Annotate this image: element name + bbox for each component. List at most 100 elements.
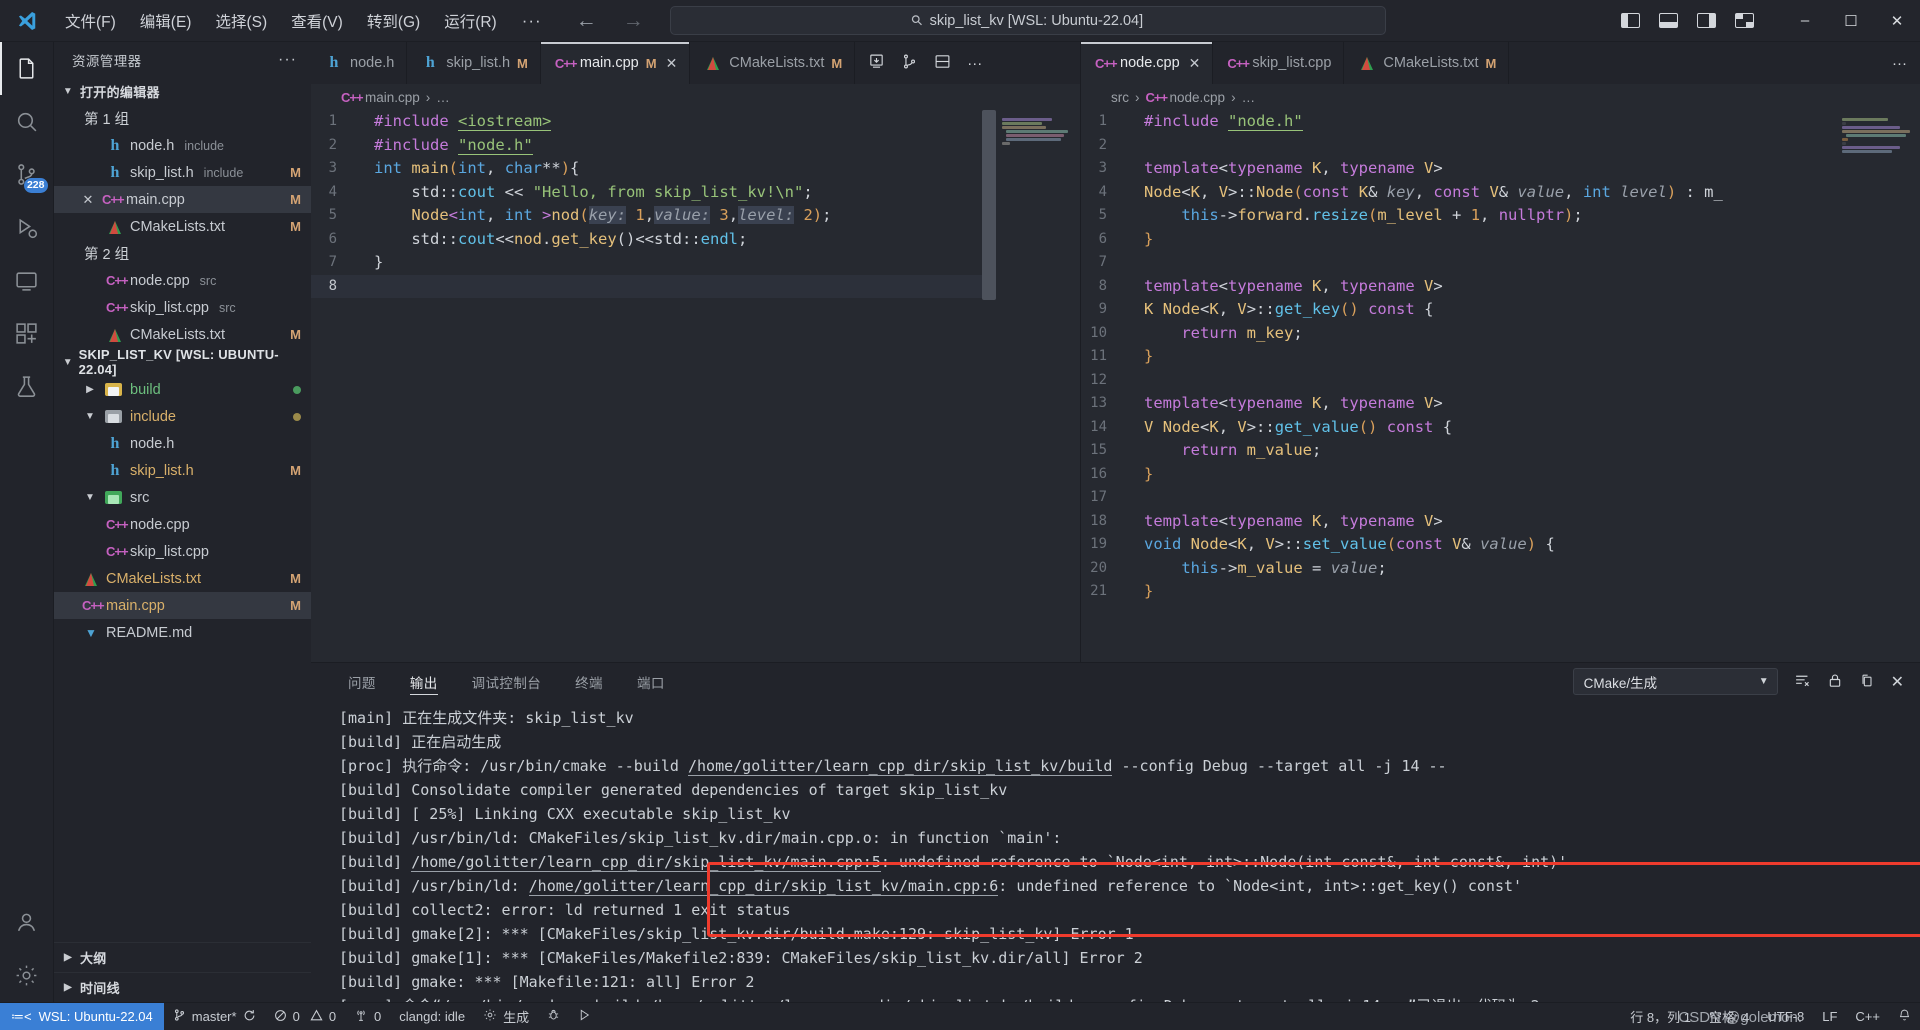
run-code-icon[interactable] xyxy=(868,53,885,74)
tab-skip-list-h[interactable]: h skip_list.h M xyxy=(407,42,541,84)
close-panel-icon[interactable]: ✕ xyxy=(1891,672,1904,692)
close-icon[interactable]: ✕ xyxy=(666,55,678,72)
tree-folder-build[interactable]: ▶ build xyxy=(54,376,311,403)
tree-file-main-cpp[interactable]: C++ main.cpp M xyxy=(54,592,311,619)
more-actions-icon[interactable]: ··· xyxy=(1892,55,1907,72)
tree-file-skip-list-h[interactable]: h skip_list.h M xyxy=(54,457,311,484)
output-link[interactable]: /home/golitter/learn_cpp_dir/skip_list_k… xyxy=(528,877,999,896)
status-indentation[interactable]: 空格: 4 xyxy=(1700,1003,1758,1030)
status-eol[interactable]: LF xyxy=(1813,1003,1846,1030)
clear-output-icon[interactable] xyxy=(1794,672,1811,692)
tree-file-readme[interactable]: ▼ README.md xyxy=(54,619,311,646)
tree-file-node-cpp[interactable]: C++ node.cpp xyxy=(54,511,311,538)
open-in-editor-icon[interactable] xyxy=(1859,672,1875,692)
activity-remote-explorer[interactable] xyxy=(0,254,54,307)
customize-layout-icon[interactable] xyxy=(1735,13,1754,28)
open-editor-cmakelists-2[interactable]: CMakeLists.txt M xyxy=(54,321,311,348)
menu-file[interactable]: 文件(F) xyxy=(54,5,127,37)
breadcrumb-symbol[interactable]: … xyxy=(436,90,450,105)
editor-2-minimap[interactable] xyxy=(1836,110,1920,662)
minimize-button[interactable]: – xyxy=(1782,0,1828,42)
panel-tab-debug-console[interactable]: 调试控制台 xyxy=(455,663,559,700)
tab-node-h[interactable]: h node.h xyxy=(311,42,408,84)
panel-tab-problems[interactable]: 问题 xyxy=(331,663,393,700)
status-language-mode[interactable]: C++ xyxy=(1846,1003,1889,1030)
sync-icon[interactable] xyxy=(243,1009,256,1025)
activity-accounts[interactable] xyxy=(0,896,54,949)
explorer-more-icon[interactable]: ··· xyxy=(278,51,297,69)
output-content[interactable]: [main] 正在生成文件夹: skip_list_kv [build] 正在启… xyxy=(311,700,1920,1002)
status-notifications[interactable] xyxy=(1889,1003,1920,1030)
lock-scroll-icon[interactable] xyxy=(1827,672,1843,692)
breadcrumb-folder[interactable]: src xyxy=(1111,90,1129,105)
output-link[interactable]: /home/golitter/learn_cpp_dir/skip_list_k… xyxy=(688,757,1113,776)
open-editor-skip-list-h[interactable]: h skip_list.h include M xyxy=(54,159,311,186)
tab-cmakelists-2[interactable]: CMakeLists.txt M xyxy=(1344,42,1510,84)
open-editor-cmakelists-1[interactable]: CMakeLists.txt M xyxy=(54,213,311,240)
status-clangd[interactable]: clangd: idle xyxy=(390,1003,474,1030)
editor-group-label-1[interactable]: 第 1 组 xyxy=(54,105,311,132)
tab-node-cpp[interactable]: C++ node.cpp ✕ xyxy=(1081,42,1214,84)
menu-go[interactable]: 转到(G) xyxy=(356,5,431,37)
menu-run[interactable]: 运行(R) xyxy=(433,5,508,37)
close-button[interactable]: ✕ xyxy=(1874,0,1920,42)
toggle-secondary-sidebar-icon[interactable] xyxy=(1697,13,1716,28)
status-run[interactable] xyxy=(569,1003,600,1030)
menu-more-icon[interactable]: ··· xyxy=(510,9,554,33)
breadcrumb-file[interactable]: node.cpp xyxy=(1170,90,1226,105)
tree-folder-src[interactable]: ▼ src xyxy=(54,484,311,511)
open-editor-main-cpp[interactable]: ✕ C++ main.cpp M xyxy=(54,186,311,213)
tree-file-skip-list-cpp[interactable]: C++ skip_list.cpp xyxy=(54,538,311,565)
activity-search[interactable] xyxy=(0,95,54,148)
panel-tab-terminal[interactable]: 终端 xyxy=(558,663,620,700)
output-link[interactable]: /home/golitter/learn_cpp_dir/skip_list_k… xyxy=(411,853,881,872)
tree-file-node-h[interactable]: h node.h xyxy=(54,430,311,457)
menu-selection[interactable]: 选择(S) xyxy=(204,5,278,37)
more-actions-icon[interactable]: ··· xyxy=(967,55,982,72)
close-icon[interactable]: ✕ xyxy=(1189,55,1201,72)
open-editor-node-h[interactable]: h node.h include xyxy=(54,132,311,159)
activity-testing[interactable] xyxy=(0,360,54,413)
breadcrumb-file[interactable]: main.cpp xyxy=(365,90,420,105)
output-channel-select[interactable]: CMake/生成 ▼ xyxy=(1572,668,1778,695)
arrow-right-icon[interactable]: → xyxy=(623,9,644,33)
editor-1-minimap[interactable] xyxy=(996,110,1080,662)
tab-main-cpp[interactable]: C++ main.cpp M ✕ xyxy=(540,42,691,84)
open-editor-node-cpp[interactable]: C++ node.cpp src xyxy=(54,267,311,294)
panel-tab-output[interactable]: 输出 xyxy=(393,663,455,700)
command-center-search[interactable]: ⚲ skip_list_kv [WSL: Ubuntu-22.04] xyxy=(669,6,1386,35)
activity-settings[interactable] xyxy=(0,949,54,1002)
panel-tab-ports[interactable]: 端口 xyxy=(620,663,682,700)
activity-explorer[interactable] xyxy=(0,42,54,95)
editor-2-code[interactable]: 1 #include "node.h" 2 3 template<typename … xyxy=(1081,110,1920,662)
timeline-section-header[interactable]: ▶ 时间线 xyxy=(54,972,311,1002)
status-cmake-build[interactable]: 生成 xyxy=(474,1003,538,1030)
project-root-header[interactable]: ▼ SKIP_LIST_KV [WSL: UBUNTU-22.04] xyxy=(54,347,311,377)
close-icon[interactable]: ✕ xyxy=(80,192,96,208)
toggle-primary-sidebar-icon[interactable] xyxy=(1621,13,1640,28)
arrow-left-icon[interactable]: ← xyxy=(576,9,597,33)
outline-section-header[interactable]: ▶ 大纲 xyxy=(54,942,311,972)
activity-extensions[interactable] xyxy=(0,307,54,360)
tab-skip-list-cpp[interactable]: C++ skip_list.cpp xyxy=(1213,42,1345,84)
status-debug[interactable] xyxy=(538,1003,569,1030)
menu-edit[interactable]: 编辑(E) xyxy=(129,5,203,37)
open-editor-skip-list-cpp[interactable]: C++ skip_list.cpp src xyxy=(54,294,311,321)
open-editors-section-header[interactable]: ▼ 打开的编辑器 xyxy=(54,78,311,105)
toggle-panel-icon[interactable] xyxy=(1659,13,1678,28)
editor-group-label-2[interactable]: 第 2 组 xyxy=(54,240,311,267)
menu-view[interactable]: 查看(V) xyxy=(280,5,354,37)
status-problems[interactable]: 0 0 xyxy=(265,1003,345,1030)
split-editor-icon[interactable] xyxy=(934,53,951,74)
editor-1-scrollbar[interactable] xyxy=(982,110,996,300)
status-encoding[interactable]: UTF-8 xyxy=(1758,1003,1813,1030)
status-branch[interactable]: master* xyxy=(164,1003,265,1030)
status-ports[interactable]: 0 xyxy=(345,1003,390,1030)
status-remote-indicator[interactable]: ≔< WSL: Ubuntu-22.04 xyxy=(0,1002,164,1030)
source-control-graph-icon[interactable] xyxy=(901,53,918,74)
activity-run-debug[interactable] xyxy=(0,201,54,254)
editor-1-code[interactable]: 1 #include <iostream> 2 #include "node.h" … xyxy=(311,110,1080,662)
activity-source-control[interactable]: 228 xyxy=(0,148,54,201)
tab-cmakelists[interactable]: CMakeLists.txt M xyxy=(690,42,856,84)
tree-file-cmakelists[interactable]: CMakeLists.txt M xyxy=(54,565,311,592)
